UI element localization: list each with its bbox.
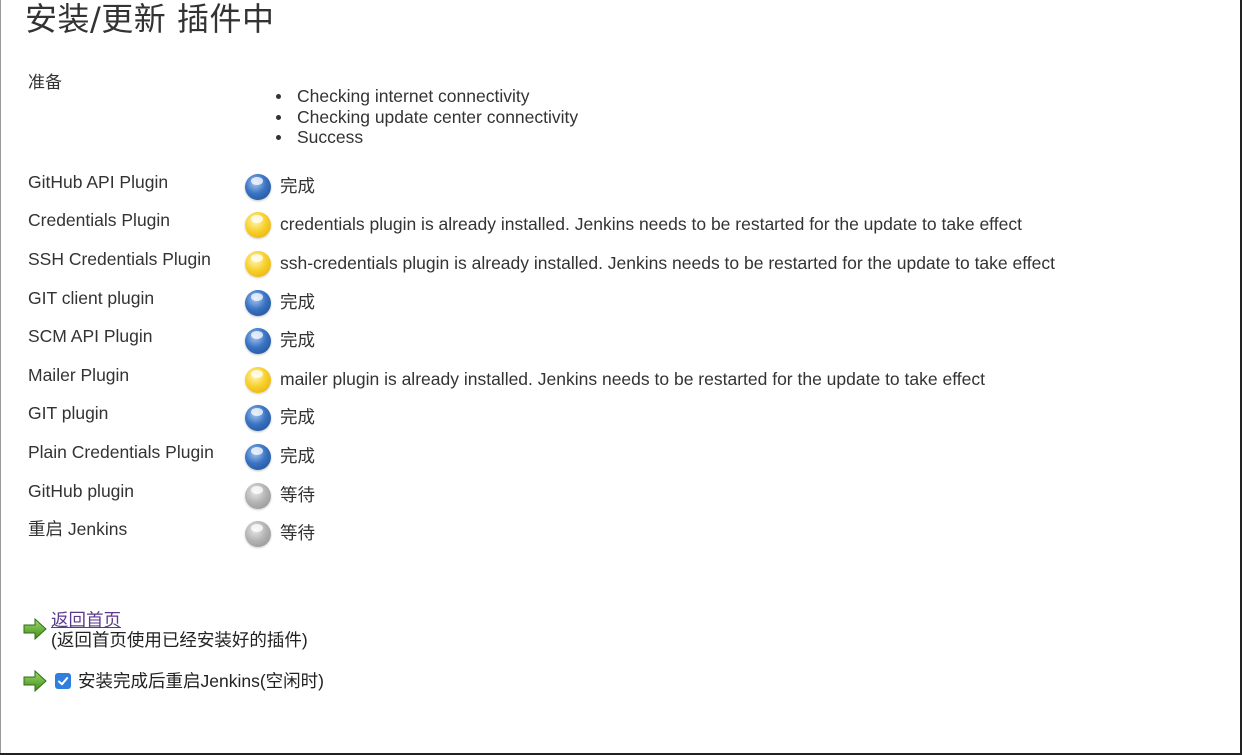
status-ball-icon: [245, 483, 271, 509]
status-ball-icon: [245, 328, 271, 354]
status-ball-icon: [245, 174, 271, 200]
plugin-row: GIT client plugin 完成: [0, 288, 1220, 326]
plugin-status: 完成: [280, 176, 315, 196]
status-ball-icon: [245, 405, 271, 431]
plugin-name: Mailer Plugin: [28, 365, 130, 385]
plugin-status: mailer plugin is already installed. Jenk…: [280, 369, 985, 389]
plugin-status: 完成: [280, 330, 315, 350]
plugin-name: Plain Credentials Plugin: [28, 442, 214, 462]
plugin-row: Plain Credentials Plugin 完成: [0, 442, 1220, 480]
status-ball-icon: [245, 367, 271, 393]
plugin-row: GitHub API Plugin 完成: [0, 172, 1220, 210]
status-ball-icon: [245, 290, 271, 316]
plugin-name: GIT client plugin: [28, 288, 155, 308]
check-item: Checking update center connectivity: [275, 107, 578, 128]
check-item: Checking internet connectivity: [275, 86, 578, 107]
check-item: Success: [275, 127, 578, 148]
preparation-label: 准备: [28, 73, 62, 93]
plugin-row: SSH Credentials Plugin ssh-credentials p…: [0, 249, 1220, 287]
back-to-home-link[interactable]: 返回首页: [51, 610, 121, 630]
status-ball-icon: [245, 444, 271, 470]
plugin-name: 重启 Jenkins: [28, 519, 128, 539]
plugin-name: SSH Credentials Plugin: [28, 249, 211, 269]
plugin-row: GIT plugin 完成: [0, 403, 1220, 441]
back-to-home-hint: (返回首页使用已经安装好的插件): [51, 630, 308, 650]
plugin-name: GitHub API Plugin: [28, 172, 169, 192]
status-ball-icon: [245, 212, 271, 238]
plugin-name: GIT plugin: [28, 403, 109, 423]
restart-checkbox-label[interactable]: 安装完成后重启Jenkins(空闲时): [78, 671, 324, 691]
plugin-row: Credentials Plugin credentials plugin is…: [0, 210, 1220, 248]
plugin-status: 等待: [280, 523, 315, 543]
plugin-status: 完成: [280, 292, 315, 312]
status-ball-icon: [245, 521, 271, 547]
restart-checkbox[interactable]: [55, 673, 71, 689]
plugin-status: 完成: [280, 407, 315, 427]
plugin-name: SCM API Plugin: [28, 326, 153, 346]
plugin-status: 完成: [280, 446, 315, 466]
plugin-name: Credentials Plugin: [28, 210, 171, 230]
plugin-status: credentials plugin is already installed.…: [280, 214, 1022, 234]
plugin-row: Mailer Plugin mailer plugin is already i…: [0, 365, 1220, 403]
preparation-checks-list: Checking internet connectivity Checking …: [275, 86, 578, 148]
checkmark-icon: [58, 677, 69, 686]
green-arrow-icon: [23, 618, 47, 640]
page-title: 安装/更新 插件中: [25, 0, 275, 38]
plugin-name: GitHub plugin: [28, 481, 135, 501]
green-arrow-icon: [23, 670, 47, 692]
plugin-status: ssh-credentials plugin is already instal…: [280, 253, 1055, 273]
plugin-status: 等待: [280, 485, 315, 505]
plugin-row: GitHub plugin 等待: [0, 481, 1220, 519]
plugin-row: SCM API Plugin 完成: [0, 326, 1220, 364]
status-ball-icon: [245, 251, 271, 277]
plugin-row: 重启 Jenkins 等待: [0, 519, 1220, 557]
